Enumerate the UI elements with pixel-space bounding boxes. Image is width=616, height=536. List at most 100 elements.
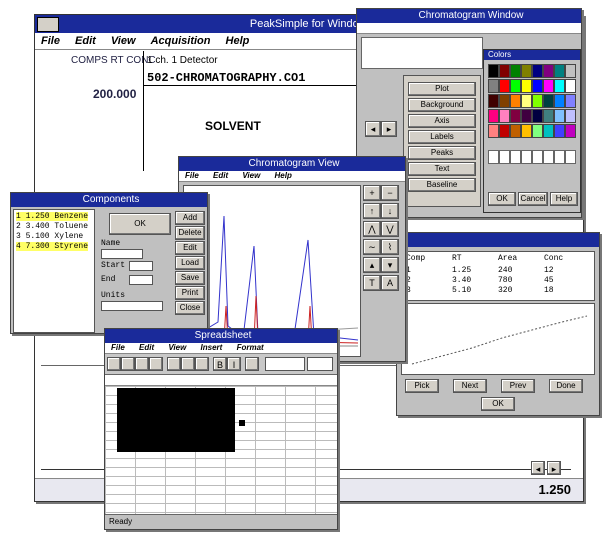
- color-swatch[interactable]: [510, 79, 521, 93]
- tool-zoom-out[interactable]: −: [381, 185, 399, 201]
- field-input-units[interactable]: [101, 301, 163, 311]
- side-button-axis[interactable]: Axis: [408, 114, 476, 128]
- color-swatch[interactable]: [488, 94, 499, 108]
- color-swatch[interactable]: [499, 64, 510, 78]
- component-row[interactable]: 3 5.100 Xylene: [16, 232, 83, 241]
- color-swatch[interactable]: [543, 94, 554, 108]
- component-delete-button[interactable]: Delete: [175, 226, 205, 240]
- ss-tool-italic-icon[interactable]: I: [227, 357, 241, 371]
- tool-peak-a[interactable]: ⋀: [363, 221, 381, 237]
- color-swatch[interactable]: [521, 64, 532, 78]
- color-swatch[interactable]: [565, 109, 576, 123]
- ss-tool-print-icon[interactable]: [149, 357, 163, 371]
- curve-button-pick[interactable]: Pick: [405, 379, 439, 393]
- color-swatch[interactable]: [532, 94, 543, 108]
- tool-pan-up[interactable]: ↑: [363, 203, 381, 219]
- ss-font-box[interactable]: [265, 357, 305, 371]
- field-input-start[interactable]: [129, 261, 153, 271]
- color-swatch[interactable]: [510, 64, 521, 78]
- side-button-background[interactable]: Background: [408, 98, 476, 112]
- field-input-end[interactable]: [129, 275, 153, 285]
- curve-button-prev[interactable]: Prev: [501, 379, 535, 393]
- color-swatch[interactable]: [488, 124, 499, 138]
- color-swatch[interactable]: [532, 64, 543, 78]
- tool-peak-b[interactable]: ⋁: [381, 221, 399, 237]
- color-swatch[interactable]: [543, 124, 554, 138]
- ss-menu-format[interactable]: Format: [231, 343, 270, 353]
- color-swatch[interactable]: [543, 64, 554, 78]
- color-cancel-button[interactable]: Cancel: [518, 192, 548, 206]
- ss-tool-save-icon[interactable]: [135, 357, 149, 371]
- color-swatch[interactable]: [565, 124, 576, 138]
- side-button-baseline[interactable]: Baseline: [408, 178, 476, 192]
- color-swatch[interactable]: [488, 109, 499, 123]
- color-swatch[interactable]: [521, 94, 532, 108]
- menu-file[interactable]: File: [35, 33, 66, 49]
- tool-zoom-in[interactable]: +: [363, 185, 381, 201]
- ss-menu-edit[interactable]: Edit: [133, 343, 160, 353]
- tool-text-b[interactable]: A: [381, 275, 399, 291]
- tool-marker-b[interactable]: ▾: [381, 257, 399, 273]
- ss-tool-paste-icon[interactable]: [195, 357, 209, 371]
- component-print-button[interactable]: Print: [175, 286, 205, 300]
- ss-size-box[interactable]: [307, 357, 333, 371]
- ss-tool-new-icon[interactable]: [107, 357, 121, 371]
- scroll-left-button[interactable]: ◂: [531, 461, 545, 475]
- curve-button-done[interactable]: Done: [549, 379, 583, 393]
- side-button-peaks[interactable]: Peaks: [408, 146, 476, 160]
- tool-text-a[interactable]: T: [363, 275, 381, 291]
- color-swatch[interactable]: [521, 79, 532, 93]
- tool-pan-down[interactable]: ↓: [381, 203, 399, 219]
- ss-tool-cut-icon[interactable]: [167, 357, 181, 371]
- menu-acquisition[interactable]: Acquisition: [145, 33, 217, 49]
- ss-tool-chart-icon[interactable]: [245, 357, 259, 371]
- chrom-menu-view[interactable]: View: [236, 171, 266, 181]
- component-row[interactable]: 2 3.400 Toluene: [16, 222, 88, 231]
- component-add-button[interactable]: Add: [175, 211, 205, 225]
- chrom-menu-edit[interactable]: Edit: [207, 171, 234, 181]
- color-swatch[interactable]: [510, 94, 521, 108]
- component-load-button[interactable]: Load: [175, 256, 205, 270]
- ss-tool-copy-icon[interactable]: [181, 357, 195, 371]
- ss-tool-open-icon[interactable]: [121, 357, 135, 371]
- color-ok-button[interactable]: OK: [488, 192, 516, 206]
- palette-arrow-left[interactable]: ◂: [365, 121, 381, 137]
- color-swatch[interactable]: [499, 79, 510, 93]
- component-row[interactable]: 1 1.250 Benzene: [16, 212, 89, 221]
- ss-menu-insert[interactable]: Insert: [195, 343, 229, 353]
- palette-arrow-right[interactable]: ▸: [381, 121, 397, 137]
- color-swatch[interactable]: [510, 109, 521, 123]
- color-swatch[interactable]: [499, 94, 510, 108]
- color-swatch[interactable]: [532, 124, 543, 138]
- side-button-text[interactable]: Text: [408, 162, 476, 176]
- ss-menu-file[interactable]: File: [105, 343, 131, 353]
- menu-view[interactable]: View: [105, 33, 142, 49]
- color-swatch[interactable]: [521, 124, 532, 138]
- component-save-button[interactable]: Save: [175, 271, 205, 285]
- component-ok-button[interactable]: OK: [109, 213, 171, 235]
- color-swatch[interactable]: [488, 64, 499, 78]
- color-swatch[interactable]: [543, 79, 554, 93]
- tool-baseline-b[interactable]: ⌇: [381, 239, 399, 255]
- component-list[interactable]: 1 1.250 Benzene 2 3.400 Toluene 3 5.100 …: [13, 209, 95, 333]
- menu-help[interactable]: Help: [220, 33, 256, 49]
- color-swatch[interactable]: [565, 64, 576, 78]
- system-menu-icon[interactable]: [37, 17, 59, 32]
- component-row[interactable]: 4 7.300 Styrene: [16, 242, 89, 251]
- color-swatch[interactable]: [554, 64, 565, 78]
- menu-edit[interactable]: Edit: [69, 33, 102, 49]
- field-input-name[interactable]: [101, 249, 143, 259]
- color-swatch[interactable]: [543, 109, 554, 123]
- tool-baseline-a[interactable]: ∼: [363, 239, 381, 255]
- component-close-button[interactable]: Close: [175, 301, 205, 315]
- color-swatch[interactable]: [499, 124, 510, 138]
- spreadsheet-grid[interactable]: [105, 386, 337, 514]
- tool-marker-a[interactable]: ▴: [363, 257, 381, 273]
- side-button-labels[interactable]: Labels: [408, 130, 476, 144]
- curve-ok-button[interactable]: OK: [481, 397, 515, 411]
- color-swatch[interactable]: [488, 79, 499, 93]
- color-swatch[interactable]: [554, 94, 565, 108]
- color-help-button[interactable]: Help: [550, 192, 578, 206]
- color-swatch[interactable]: [532, 79, 543, 93]
- color-swatch[interactable]: [499, 109, 510, 123]
